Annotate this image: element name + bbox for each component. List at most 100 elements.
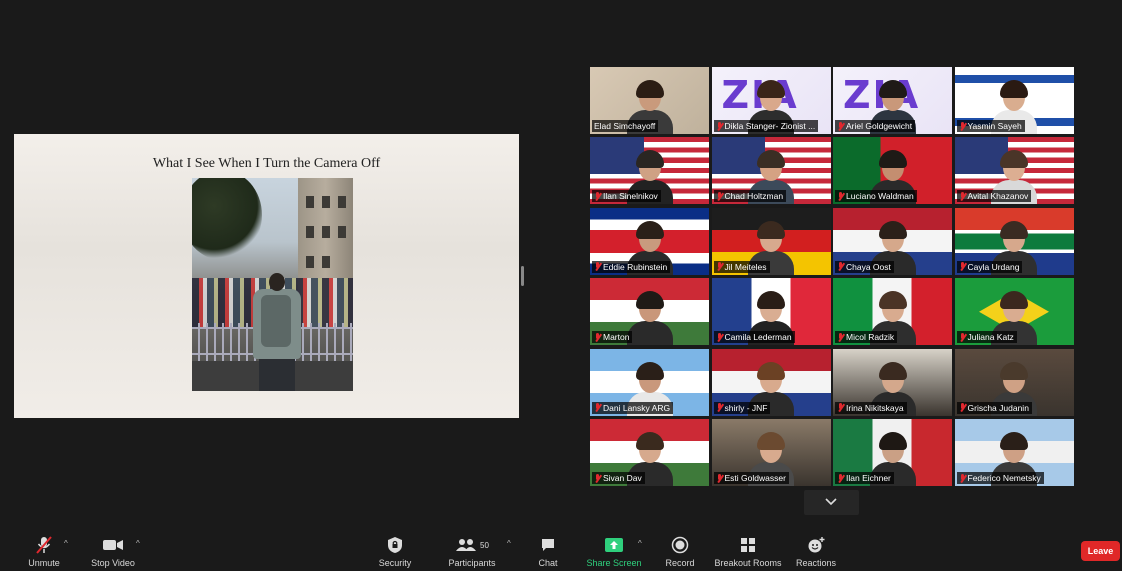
participant-name: Yasmin Sayeh (967, 121, 1022, 131)
participant-name: Dani Lansky ARG (603, 402, 671, 413)
participants-options-caret[interactable]: ^ (507, 539, 511, 548)
participant-name: Federico Nemetsky (967, 473, 1041, 483)
participant-tile[interactable]: Camila Lederman (711, 278, 831, 346)
participant-name: Micol Radzik (846, 332, 895, 343)
participant-name: Camila Lederman (724, 332, 792, 343)
mic-muted-icon (716, 262, 723, 271)
shared-screen: What I See When I Turn the Camera Off (14, 134, 519, 418)
slide-title: What I See When I Turn the Camera Off (152, 156, 381, 171)
mic-muted-icon (959, 262, 966, 271)
participant-tile[interactable]: Juliana Katz (954, 278, 1074, 346)
participant-name: Irina Nikitskaya (846, 402, 904, 413)
mic-muted-icon (837, 191, 844, 201)
participant-tile[interactable]: Elad Simchayoff (590, 67, 709, 134)
participant-name-tag: Camila Lederman (713, 331, 795, 344)
mic-muted-icon (594, 473, 601, 483)
security-button[interactable]: Security (375, 533, 415, 571)
participant-name-tag: Ariel Goldgewicht (835, 120, 916, 132)
photo-person-with-backpack (247, 273, 305, 391)
record-button[interactable]: Record (660, 533, 700, 571)
shield-icon (387, 535, 403, 555)
participant-tile[interactable]: Ilan Sinelnikov (590, 137, 709, 205)
participant-tile[interactable]: Cayla Urdang (954, 207, 1074, 275)
breakout-rooms-button[interactable]: Breakout Rooms (713, 533, 783, 571)
participant-tile[interactable]: Sivan Dav (590, 419, 709, 486)
participant-tile[interactable]: Marton (590, 278, 709, 346)
mic-muted-icon (959, 403, 966, 412)
share-screen-button[interactable]: Share Screen (584, 533, 644, 571)
participant-name-tag: Dani Lansky ARG (592, 401, 674, 414)
audio-options-caret[interactable]: ^ (64, 539, 68, 548)
participant-tile[interactable]: Ilan Eichner (833, 419, 952, 486)
participant-tile[interactable]: Avital Khazanov (954, 137, 1074, 205)
participant-name: Grischa Judanin (967, 402, 1029, 413)
participant-name-tag: Jil Meiteles (713, 260, 770, 273)
slide-photo (192, 178, 353, 391)
mic-muted-icon (837, 262, 844, 271)
breakout-rooms-label: Breakout Rooms (714, 558, 782, 568)
mic-muted-icon (837, 332, 844, 342)
mic-muted-icon (716, 403, 723, 412)
participant-tile[interactable]: Jil Meiteles (711, 207, 831, 275)
participant-tile[interactable]: Eddie Rubinstein (590, 207, 709, 275)
participant-name-tag: Juliana Katz (956, 331, 1017, 344)
mic-muted-icon (959, 332, 966, 342)
share-screen-label: Share Screen (586, 558, 642, 568)
participant-tile[interactable]: Federico Nemetsky (954, 419, 1074, 486)
participants-icon: 50 (455, 535, 489, 555)
meeting-window: What I See When I Turn the Camera Off El… (0, 0, 1122, 571)
participant-tile[interactable]: Esti Goldwasser (711, 419, 831, 486)
participant-tile[interactable]: Chaya Oost (833, 207, 952, 275)
gallery-next-page-button[interactable] (804, 490, 859, 515)
leave-button[interactable]: Leave (1081, 541, 1120, 561)
mic-muted-icon (716, 121, 723, 131)
participant-tile[interactable]: Dani Lansky ARG (590, 348, 709, 416)
participant-name-tag: Federico Nemetsky (956, 472, 1044, 484)
video-options-caret[interactable]: ^ (136, 539, 140, 548)
participant-name-tag: Elad Simchayoff (592, 120, 659, 132)
participant-name-tag: Grischa Judanin (956, 401, 1032, 414)
participants-count: 50 (480, 540, 489, 550)
mic-muted-icon (716, 332, 723, 342)
participant-tile[interactable]: ZIADikla Stanger- Zionist ... (711, 67, 831, 134)
chat-bubble-icon (540, 535, 556, 555)
participant-name: Elad Simchayoff (594, 121, 656, 131)
participant-tile[interactable]: Chad Holtzman (711, 137, 831, 205)
mic-muted-icon (594, 332, 601, 342)
breakout-rooms-icon (740, 535, 756, 555)
participant-name: Ilan Sinelnikov (603, 191, 658, 202)
participant-tile[interactable]: shirly - JNF (711, 348, 831, 416)
mic-muted-icon (716, 191, 723, 201)
record-icon (671, 535, 689, 555)
share-screen-icon (604, 535, 624, 555)
participant-name: shirly - JNF (724, 402, 768, 413)
mic-muted-icon (837, 473, 844, 483)
unmute-button[interactable]: Unmute (22, 533, 66, 571)
chat-button[interactable]: Chat (533, 533, 563, 571)
participant-tile[interactable]: Luciano Waldman (833, 137, 952, 205)
participant-tile[interactable]: ZIAAriel Goldgewicht (833, 67, 952, 134)
participant-name: Luciano Waldman (846, 191, 914, 202)
record-label: Record (665, 558, 695, 568)
participant-name-tag: Marton (592, 331, 633, 344)
participant-tile[interactable]: Irina Nikitskaya (833, 348, 952, 416)
share-options-caret[interactable]: ^ (638, 539, 642, 548)
chevron-down-icon (825, 498, 837, 506)
participant-tile[interactable]: Grischa Judanin (954, 348, 1074, 416)
participant-name-tag: Chaya Oost (835, 260, 894, 273)
participant-tile[interactable]: Micol Radzik (833, 278, 952, 346)
mic-muted-icon (594, 403, 601, 412)
participant-name-tag: Luciano Waldman (835, 190, 917, 203)
mic-muted-icon (34, 535, 54, 555)
stop-video-label: Stop Video (91, 558, 135, 568)
participants-button[interactable]: 50 Participants (446, 533, 498, 571)
participant-name-tag: Ilan Eichner (835, 472, 894, 484)
participant-tile[interactable]: Yasmin Sayeh (954, 67, 1074, 134)
participant-name: Chad Holtzman (724, 191, 784, 202)
reactions-button[interactable]: Reactions (793, 533, 839, 571)
participant-name: Dikla Stanger- Zionist ... (724, 121, 816, 131)
split-view-handle[interactable] (521, 266, 524, 286)
stop-video-button[interactable]: Stop Video (85, 533, 141, 571)
participant-name: Cayla Urdang (967, 261, 1020, 272)
photo-tree (192, 178, 262, 260)
